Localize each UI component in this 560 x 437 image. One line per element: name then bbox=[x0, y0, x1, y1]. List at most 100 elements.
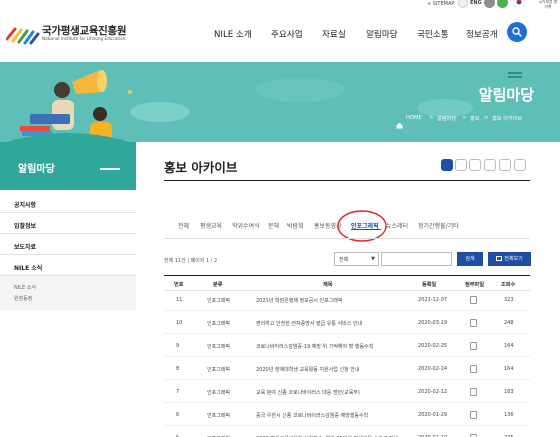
nav-communication[interactable]: 국민소통 bbox=[417, 28, 449, 40]
cell-date: 2020-02-25 bbox=[418, 343, 448, 349]
cell-title[interactable]: 편리하고 안전한 전자증명서 발급 유통 서비스 안내 bbox=[256, 320, 362, 327]
view-all-label: 전체보기 bbox=[504, 256, 523, 262]
col-number: 번호 bbox=[174, 282, 184, 288]
blog-icon[interactable] bbox=[499, 159, 511, 171]
breadcrumb-sep-1: > bbox=[429, 115, 434, 121]
select-value: 전체 bbox=[339, 257, 349, 263]
cell-title[interactable]: 중국 우한시 신종 코로나바이러스감염증 예방행동수칙 bbox=[256, 412, 368, 419]
sitemap-link[interactable]: + SITEMAP bbox=[427, 1, 454, 11]
col-category: 분류 bbox=[213, 282, 223, 288]
globe-icon[interactable] bbox=[458, 0, 468, 8]
cell-title[interactable]: 2020년 장애대학생 교육활동 지원사업 신청 안내 bbox=[256, 366, 359, 373]
sidebar-item-notices[interactable]: 공지사항 bbox=[14, 200, 36, 209]
instagram-icon[interactable] bbox=[469, 159, 481, 171]
sidebar-divider bbox=[0, 212, 136, 213]
attachment-icon[interactable] bbox=[470, 411, 477, 419]
tab-literacy[interactable]: 문해 bbox=[268, 221, 279, 230]
tab-periodicals[interactable]: 정기간행물/기타 bbox=[418, 221, 459, 230]
col-attachment: 첨부파일 bbox=[465, 282, 485, 288]
sidebar-item-bids[interactable]: 입찰정보 bbox=[14, 221, 36, 230]
col-views: 조회수 bbox=[501, 282, 516, 288]
search-input[interactable] bbox=[381, 252, 452, 266]
hero-deco-2 bbox=[508, 76, 522, 78]
cell-title[interactable]: 2021년 학점은행제 정보공시 인포그래픽 bbox=[256, 297, 343, 304]
sidebar-item-press[interactable]: 보도자료 bbox=[14, 242, 36, 251]
cell-title[interactable]: 코로나바이러스감염증-19 예방 위 기억해야 할 행동수칙 bbox=[256, 343, 373, 350]
logo-subtitle: National Institute for Lifelong Educatio… bbox=[42, 36, 126, 41]
eng-link[interactable]: ENG bbox=[470, 0, 482, 10]
table-row-divider bbox=[164, 333, 530, 334]
gov-label[interactable]: 국가보훈 발자취 bbox=[537, 0, 559, 9]
nav-notice[interactable]: 알림마당 bbox=[366, 28, 398, 40]
attachment-icon[interactable] bbox=[470, 296, 477, 304]
tab-expo[interactable]: 박람회 bbox=[287, 221, 304, 230]
kakao-icon[interactable] bbox=[514, 159, 526, 171]
table-row-divider bbox=[164, 425, 530, 426]
col-title: 제목 bbox=[323, 282, 333, 288]
sidebar-divider bbox=[0, 254, 136, 255]
tab-lifelong-edu[interactable]: 평생교육 bbox=[200, 221, 222, 230]
sidebar-deco bbox=[100, 168, 120, 170]
table-header-border bbox=[164, 290, 530, 291]
cell-views: 248 bbox=[504, 320, 514, 326]
table-row-divider bbox=[164, 356, 530, 357]
cell-number: 10 bbox=[176, 320, 183, 326]
cell-title[interactable]: 교육 분야 신종 코로나바이러스 대응 방안(교육부) bbox=[256, 389, 360, 396]
breadcrumb-promo[interactable]: 홍보 bbox=[470, 115, 480, 122]
attachment-icon[interactable] bbox=[470, 342, 477, 350]
breadcrumb-current: 홍보 아카이브 bbox=[492, 116, 523, 122]
page-title: 홍보 아카이브 bbox=[164, 160, 238, 175]
view-all-button[interactable]: 전체보기 bbox=[488, 252, 531, 266]
tab-newsletter[interactable]: 뉴스레터 bbox=[386, 221, 408, 230]
result-count: 전체 11건 | 페이지 1 / 2 bbox=[164, 258, 218, 264]
home-icon[interactable] bbox=[396, 114, 403, 129]
nav-main-business[interactable]: 주요사업 bbox=[271, 28, 303, 40]
title-divider bbox=[164, 180, 530, 181]
cell-views: 323 bbox=[504, 297, 514, 303]
sidebar-item-news[interactable]: NILE 소식 bbox=[14, 263, 42, 272]
sidebar-wave bbox=[0, 133, 136, 144]
attachment-icon[interactable] bbox=[470, 319, 477, 327]
sidebar-sub-news[interactable]: NILE 소식 bbox=[14, 284, 36, 291]
cell-number: 11 bbox=[176, 297, 183, 303]
nav-information[interactable]: 정보공개 bbox=[466, 28, 498, 40]
table-top-border bbox=[164, 275, 530, 276]
sidebar-sub-director[interactable]: 원장동정 bbox=[14, 295, 32, 302]
breadcrumb-notice[interactable]: 알림마당 bbox=[437, 115, 456, 122]
attachment-icon[interactable] bbox=[470, 388, 477, 396]
cell-number: 9 bbox=[176, 343, 180, 349]
cell-category: 인포그래픽 bbox=[207, 344, 231, 350]
nav-nile-intro[interactable]: NILE 소개 bbox=[214, 28, 252, 40]
sidebar-sub-panel bbox=[0, 276, 136, 310]
red-highlight-circle bbox=[337, 210, 387, 242]
print-icon[interactable] bbox=[441, 159, 453, 171]
page: 국가평생교육진흥원 National Institute for Lifelon… bbox=[0, 0, 560, 437]
table-row-divider bbox=[164, 310, 530, 311]
cell-number: 7 bbox=[176, 389, 180, 395]
nav-archive[interactable]: 자료실 bbox=[322, 28, 346, 40]
table-row-divider bbox=[164, 379, 530, 380]
tab-all[interactable]: 전체 bbox=[178, 221, 189, 230]
youtube-icon[interactable] bbox=[484, 159, 496, 171]
cell-views: 164 bbox=[504, 366, 514, 372]
table-row-divider bbox=[164, 402, 530, 403]
search-category-select[interactable]: 전체 ▼ bbox=[334, 252, 379, 266]
cell-category: 인포그래픽 bbox=[207, 298, 231, 304]
zoom-in-icon[interactable] bbox=[497, 0, 508, 8]
breadcrumb-home[interactable]: HOME bbox=[406, 115, 422, 121]
search-submit-button[interactable]: 검색 bbox=[457, 252, 483, 266]
attachment-icon[interactable] bbox=[470, 365, 477, 373]
zoom-out-icon[interactable] bbox=[484, 0, 495, 8]
search-button[interactable] bbox=[507, 22, 527, 42]
nile-logo-icon[interactable] bbox=[6, 25, 40, 45]
cell-date: 2020-02-12 bbox=[418, 389, 448, 395]
tabs-divider bbox=[164, 238, 530, 239]
list-icon bbox=[496, 256, 503, 261]
chevron-down-icon: ▼ bbox=[371, 256, 375, 262]
facebook-icon[interactable] bbox=[455, 159, 467, 171]
cell-date: 2020-01-29 bbox=[418, 412, 448, 418]
sidebar-divider bbox=[0, 233, 136, 234]
tab-graduation[interactable]: 학위수여식 bbox=[232, 221, 260, 230]
cell-views: 183 bbox=[504, 389, 514, 395]
site-header: 국가평생교육진흥원 National Institute for Lifelon… bbox=[0, 0, 560, 62]
